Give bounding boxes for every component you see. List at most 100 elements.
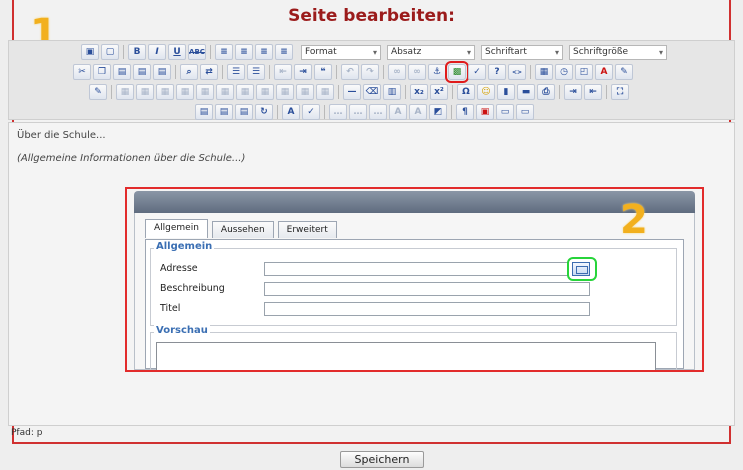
copy-icon[interactable]: ❐ [93, 64, 111, 80]
tab-panel-general: Allgemein Adresse Beschreibung Titel Vor… [145, 239, 684, 370]
paste-icon[interactable]: ▤ [113, 64, 131, 80]
redo-icon[interactable]: ↷ [361, 64, 379, 80]
horizontal-rule-icon[interactable]: — [343, 84, 361, 100]
numbered-list-icon[interactable]: ☰ [247, 64, 265, 80]
insert-date-icon[interactable]: ▦ [535, 64, 553, 80]
cleanup-icon[interactable]: ✓ [468, 64, 486, 80]
bold-icon[interactable]: B [128, 44, 146, 60]
rtl-icon[interactable]: ⇤ [584, 84, 602, 100]
delete-row-icon[interactable]: ▦ [216, 84, 234, 100]
toolbar-separator [451, 105, 452, 119]
format-select[interactable]: Format ▾ [301, 44, 381, 60]
row-after-icon[interactable]: ▦ [196, 84, 214, 100]
toolbar-separator [123, 45, 124, 59]
align-right-icon[interactable]: ≡ [255, 44, 273, 60]
print-icon[interactable]: ⎙ [537, 84, 555, 100]
title-input[interactable] [264, 302, 590, 316]
html-source-icon[interactable]: <> [508, 64, 526, 80]
row-before-icon[interactable]: ▦ [176, 84, 194, 100]
media-icon[interactable]: ▮ [497, 84, 515, 100]
font-family-select[interactable]: Schriftart ▾ [481, 44, 563, 60]
text-color-icon[interactable]: A [595, 64, 613, 80]
dialog-body: Allgemein Aussehen Erweitert Allgemein A… [134, 213, 695, 370]
absolute-icon[interactable]: ↻ [255, 104, 273, 120]
col-after-icon[interactable]: ▦ [256, 84, 274, 100]
nonbreaking-icon[interactable]: ▬ [517, 84, 535, 100]
edit-css-icon[interactable]: ✎ [89, 84, 107, 100]
cell-props-icon[interactable]: ▦ [156, 84, 174, 100]
fullscreen-icon[interactable]: ⛶ [611, 84, 629, 100]
bullet-list-icon[interactable]: ☰ [227, 64, 245, 80]
unlink-icon[interactable]: ∞ [408, 64, 426, 80]
italic-icon[interactable]: I [148, 44, 166, 60]
acronym-icon[interactable]: … [369, 104, 387, 120]
cite-icon[interactable]: … [329, 104, 347, 120]
address-input[interactable] [264, 262, 568, 276]
dialog-titlebar[interactable] [134, 191, 695, 213]
save-button[interactable]: Speichern [340, 451, 424, 468]
toolbar-separator [383, 65, 384, 79]
pagebreak-split-icon[interactable]: ▭ [516, 104, 534, 120]
new-page-icon[interactable]: ▢ [101, 44, 119, 60]
page-break-icon[interactable]: ▭ [496, 104, 514, 120]
indent-icon[interactable]: ⇥ [294, 64, 312, 80]
move-backward-icon[interactable]: ▤ [235, 104, 253, 120]
special-char-icon[interactable]: Ω [457, 84, 475, 100]
strikethrough-icon[interactable]: ABC [188, 44, 206, 60]
align-left-icon[interactable]: ≡ [215, 44, 233, 60]
blockquote-icon[interactable]: ❝ [314, 64, 332, 80]
ins-icon[interactable]: A [409, 104, 427, 120]
col-before-icon[interactable]: ▦ [236, 84, 254, 100]
ltr-icon[interactable]: ⇥ [564, 84, 582, 100]
visual-aid-icon[interactable]: ▥ [383, 84, 401, 100]
delete-col-icon[interactable]: ▦ [276, 84, 294, 100]
replace-icon[interactable]: ⇄ [200, 64, 218, 80]
link-icon[interactable]: ∞ [388, 64, 406, 80]
paste-word-icon[interactable]: ▤ [153, 64, 171, 80]
anchor-icon[interactable]: ⚓ [428, 64, 446, 80]
insert-layer-icon[interactable]: ▤ [195, 104, 213, 120]
merge-cells-icon[interactable]: ▦ [316, 84, 334, 100]
tab-aussehen[interactable]: Aussehen [211, 221, 274, 238]
absatz-select[interactable]: Absatz ▾ [387, 44, 475, 60]
subscript-icon[interactable]: x₂ [410, 84, 428, 100]
editor-toolbar: ▣ ▢ B I U ABC ≡ ≡ ≡ ≡ Format ▾ Absatz ▾ Sc… [8, 40, 735, 120]
toolbar-separator [277, 105, 278, 119]
tab-erweitert[interactable]: Erweitert [277, 221, 337, 238]
highlight-color-icon[interactable]: ✎ [615, 64, 633, 80]
align-center-icon[interactable]: ≡ [235, 44, 253, 60]
toolbar-separator [559, 85, 560, 99]
undo-icon[interactable]: ↶ [341, 64, 359, 80]
toolbar-separator [175, 65, 176, 79]
superscript-icon[interactable]: x² [430, 84, 448, 100]
paste-text-icon[interactable]: ▤ [133, 64, 151, 80]
move-forward-icon[interactable]: ▤ [215, 104, 233, 120]
image-icon[interactable]: ▩ [445, 61, 469, 83]
save-icon[interactable]: ▣ [81, 44, 99, 60]
outdent-icon[interactable]: ⇤ [274, 64, 292, 80]
preview-icon[interactable]: ◰ [575, 64, 593, 80]
description-input[interactable] [264, 282, 590, 296]
row-props-icon[interactable]: ▦ [136, 84, 154, 100]
find-icon[interactable]: ⌕ [180, 64, 198, 80]
align-justify-icon[interactable]: ≡ [275, 44, 293, 60]
split-cells-icon[interactable]: ▦ [296, 84, 314, 100]
template-icon[interactable]: ▣ [476, 104, 494, 120]
font-size-select[interactable]: Schriftgröße ▾ [569, 44, 667, 60]
emoticon-icon[interactable]: ☺ [477, 84, 495, 100]
remove-format-icon[interactable]: ⌫ [363, 84, 381, 100]
font-family-select-label: Schriftart [485, 47, 527, 57]
underline-icon[interactable]: U [168, 44, 186, 60]
tab-allgemein[interactable]: Allgemein [145, 219, 208, 238]
spellcheck-icon[interactable]: ✓ [302, 104, 320, 120]
toolbar-separator [222, 65, 223, 79]
style-props-icon[interactable]: A [282, 104, 300, 120]
del-icon[interactable]: A [389, 104, 407, 120]
attributes-icon[interactable]: ◩ [429, 104, 447, 120]
cut-icon[interactable]: ✂ [73, 64, 91, 80]
show-blocks-icon[interactable]: ¶ [456, 104, 474, 120]
table-icon[interactable]: ▦ [116, 84, 134, 100]
insert-time-icon[interactable]: ◷ [555, 64, 573, 80]
abbr-icon[interactable]: … [349, 104, 367, 120]
help-icon[interactable]: ? [488, 64, 506, 80]
